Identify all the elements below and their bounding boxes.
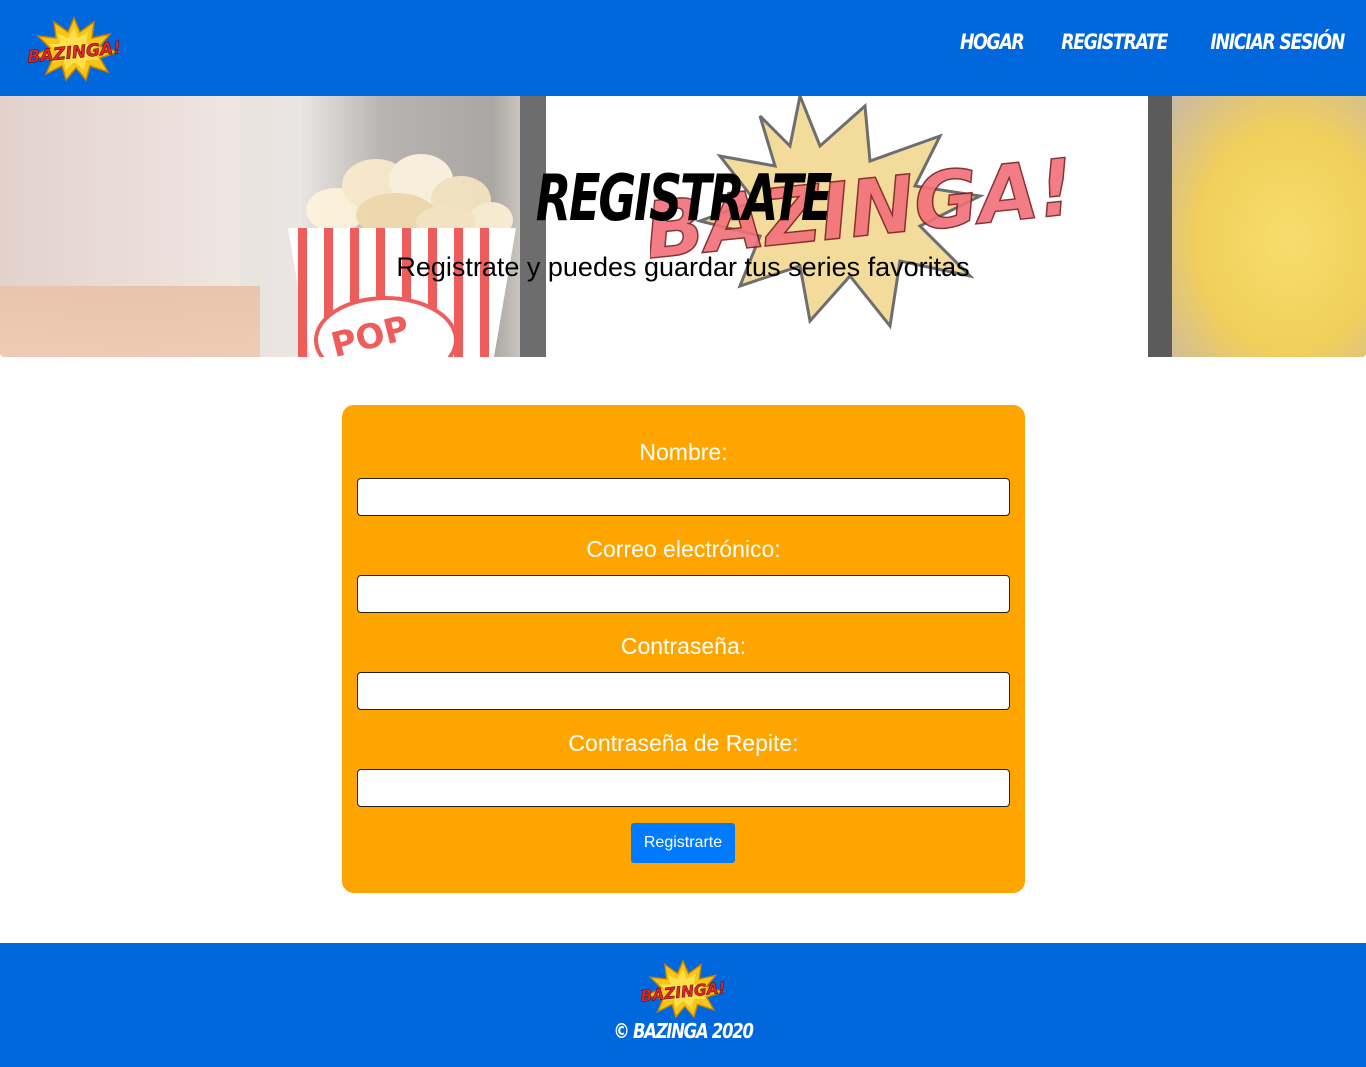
footer-copyright: © BAZINGA 2020 [613,1019,754,1043]
email-label: Correo electrónico: [586,536,781,562]
footer-bazinga-logo[interactable]: BAZINGA! [637,959,729,1019]
register-button[interactable]: Registrarte [631,823,735,863]
hero-pillow [1172,96,1366,357]
footer: BAZINGA! © BAZINGA 2020 [0,943,1366,1067]
repeat-password-input[interactable] [357,769,1010,807]
nombre-label: Nombre: [639,439,728,465]
main-nav: HOGAR REGISTRATE INICIAR SESIÓN [946,30,1345,54]
nav-link-hogar[interactable]: HOGAR [960,30,1025,54]
email-input[interactable] [357,575,1010,613]
hero-background-table [0,286,260,357]
page-title: REGISTRATE [535,162,833,236]
nav-link-registrate[interactable]: REGISTRATE [1061,30,1168,54]
repeat-password-label: Contraseña de Repite: [568,730,799,756]
register-form: Nombre: Correo electrónico: Contraseña: … [342,405,1025,893]
password-label: Contraseña: [620,633,747,659]
hero-banner: POP BAZINGA! REGISTRATE Registrate y pue… [0,96,1366,357]
nombre-input[interactable] [357,478,1010,516]
nav-link-iniciar-sesion[interactable]: INICIAR SESIÓN [1210,30,1345,54]
bazinga-logo[interactable]: BAZINGA! [28,16,120,82]
hero-subtitle: Registrate y puedes guardar tus series f… [396,252,970,282]
navbar: BAZINGA! HOGAR REGISTRATE INICIAR SESIÓN [0,0,1366,96]
password-input[interactable] [357,672,1010,710]
